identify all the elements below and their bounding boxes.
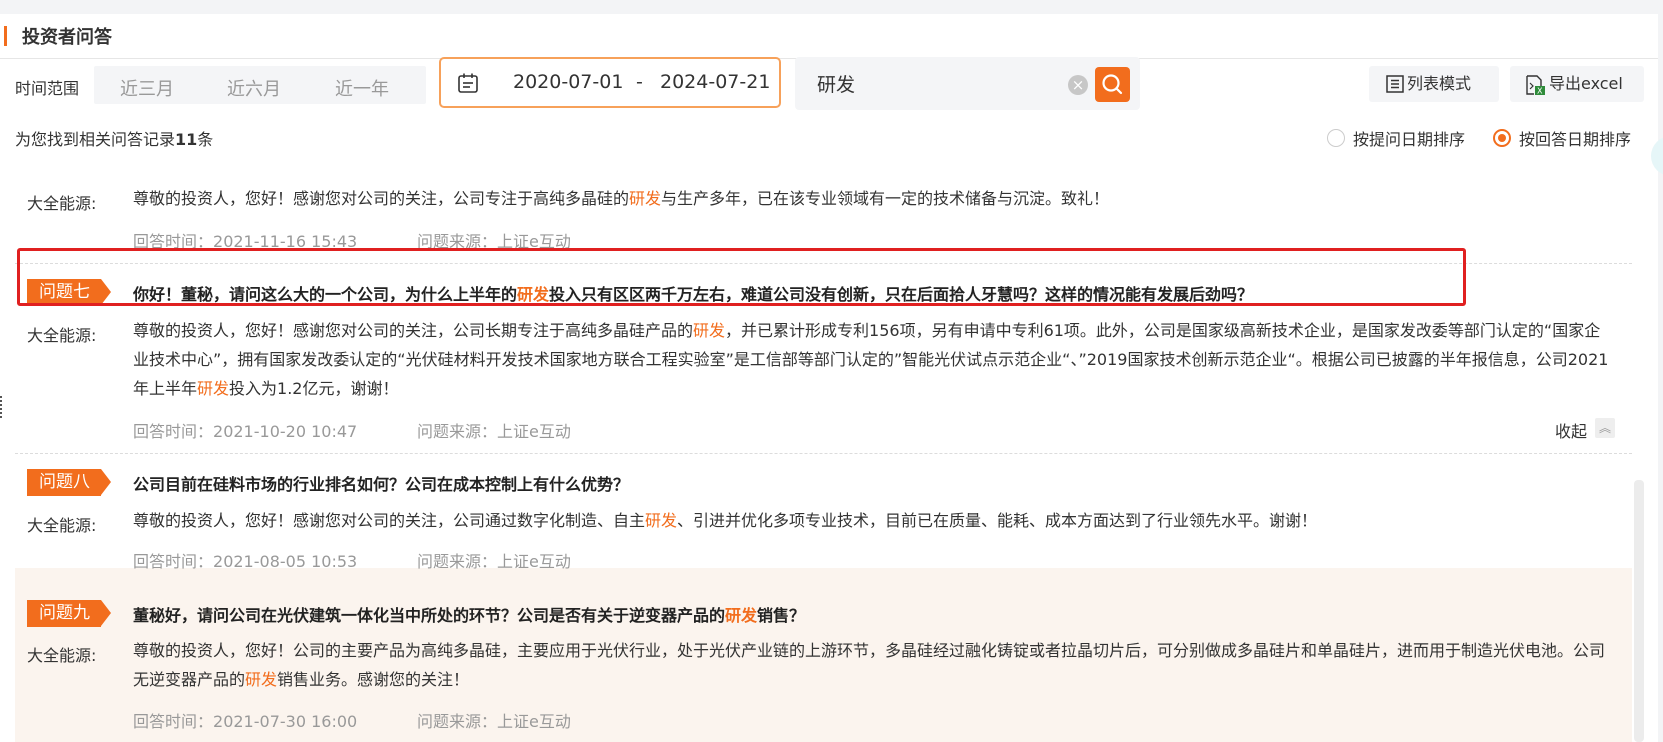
calendar-icon <box>458 73 478 93</box>
responder-name: 大全能源: <box>27 646 97 665</box>
date-end[interactable]: 2024-07-21 <box>660 71 770 93</box>
answer-text: 尊敬的投资人，您好！感谢您对公司的关注，公司专注于高纯多晶硅的研发与生产多年，已… <box>133 189 1110 208</box>
range-6-months[interactable]: 近六月 <box>227 75 281 101</box>
time-range-segment: 近三月 近六月 近一年 <box>94 66 426 104</box>
search-icon <box>1102 74 1123 95</box>
answer-time: 回答时间：2021-07-30 16:00 <box>133 712 358 731</box>
result-count: 11 <box>175 130 198 149</box>
answer-text: 尊敬的投资人，您好！感谢您对公司的关注，公司通过数字化制造、自主研发、引进并优化… <box>133 511 1318 530</box>
question-text[interactable]: 公司目前在硅料市场的行业排名如何？公司在成本控制上有什么优势？ <box>133 471 629 495</box>
date-separator: - <box>636 71 643 93</box>
excel-export-icon: X <box>1526 75 1545 96</box>
chevron-up-icon: ︽ <box>1595 418 1615 438</box>
question-tag: 问题八 <box>27 469 111 496</box>
date-start[interactable]: 2020-07-01 <box>513 71 623 93</box>
svg-text:X: X <box>1537 87 1543 96</box>
question-source: 问题来源：上证e互动 <box>417 552 571 571</box>
search-button[interactable] <box>1095 67 1130 102</box>
drag-handle-icon[interactable] <box>0 396 6 418</box>
scrollbar[interactable] <box>1634 480 1644 742</box>
sort-answer-radio[interactable] <box>1493 129 1511 147</box>
collapse-button[interactable]: 收起 ︽ <box>1555 418 1615 442</box>
range-3-months[interactable]: 近三月 <box>120 75 174 101</box>
date-range-picker[interactable]: 2020-07-01 - 2024-07-21 <box>439 57 781 108</box>
question-source: 问题来源：上证e互动 <box>417 422 571 441</box>
list-mode-label: 列表模式 <box>1407 74 1472 93</box>
list-mode-button[interactable]: 列表模式 <box>1369 66 1499 102</box>
responder-name: 大全能源: <box>27 194 97 213</box>
question-tag: 问题九 <box>27 600 111 627</box>
sort-answer-label[interactable]: 按回答日期排序 <box>1519 126 1631 150</box>
answer-text: 尊敬的投资人，您好！感谢您对公司的关注，公司长期专注于高纯多晶硅产品的研发，并已… <box>133 321 1609 398</box>
answer-time: 回答时间：2021-10-20 10:47 <box>133 422 358 441</box>
question-source: 问题来源：上证e互动 <box>417 712 571 731</box>
keyword-search: × <box>795 57 1140 110</box>
item-divider <box>15 453 1632 454</box>
sort-question-radio[interactable] <box>1327 129 1345 147</box>
panel-header: 投资者问答 <box>0 14 1658 59</box>
result-summary: 为您找到相关问答记录11条 <box>15 130 214 149</box>
search-input[interactable] <box>815 71 1059 95</box>
answer-time: 回答时间：2021-08-05 10:53 <box>133 552 358 571</box>
answer-text: 尊敬的投资人，您好！公司的主要产品为高纯多晶硅，主要应用于光伏行业，处于光伏产业… <box>133 641 1606 689</box>
export-excel-button[interactable]: X 导出excel <box>1510 66 1644 102</box>
question-text[interactable]: 董秘好，请问公司在光伏建筑一体化当中所处的环节？公司是否有关于逆变器产品的研发销… <box>133 602 805 626</box>
title-accent-bar <box>4 26 7 46</box>
range-1-year[interactable]: 近一年 <box>335 75 389 101</box>
panel-title: 投资者问答 <box>22 27 112 48</box>
sort-question-label[interactable]: 按提问日期排序 <box>1353 126 1465 150</box>
list-icon <box>1386 75 1404 93</box>
highlight-box <box>17 248 1466 306</box>
clear-icon[interactable]: × <box>1068 75 1088 95</box>
responder-name: 大全能源: <box>27 516 97 535</box>
time-range-label: 时间范围 <box>15 79 80 98</box>
responder-name: 大全能源: <box>27 326 97 345</box>
export-label: 导出excel <box>1549 74 1623 93</box>
